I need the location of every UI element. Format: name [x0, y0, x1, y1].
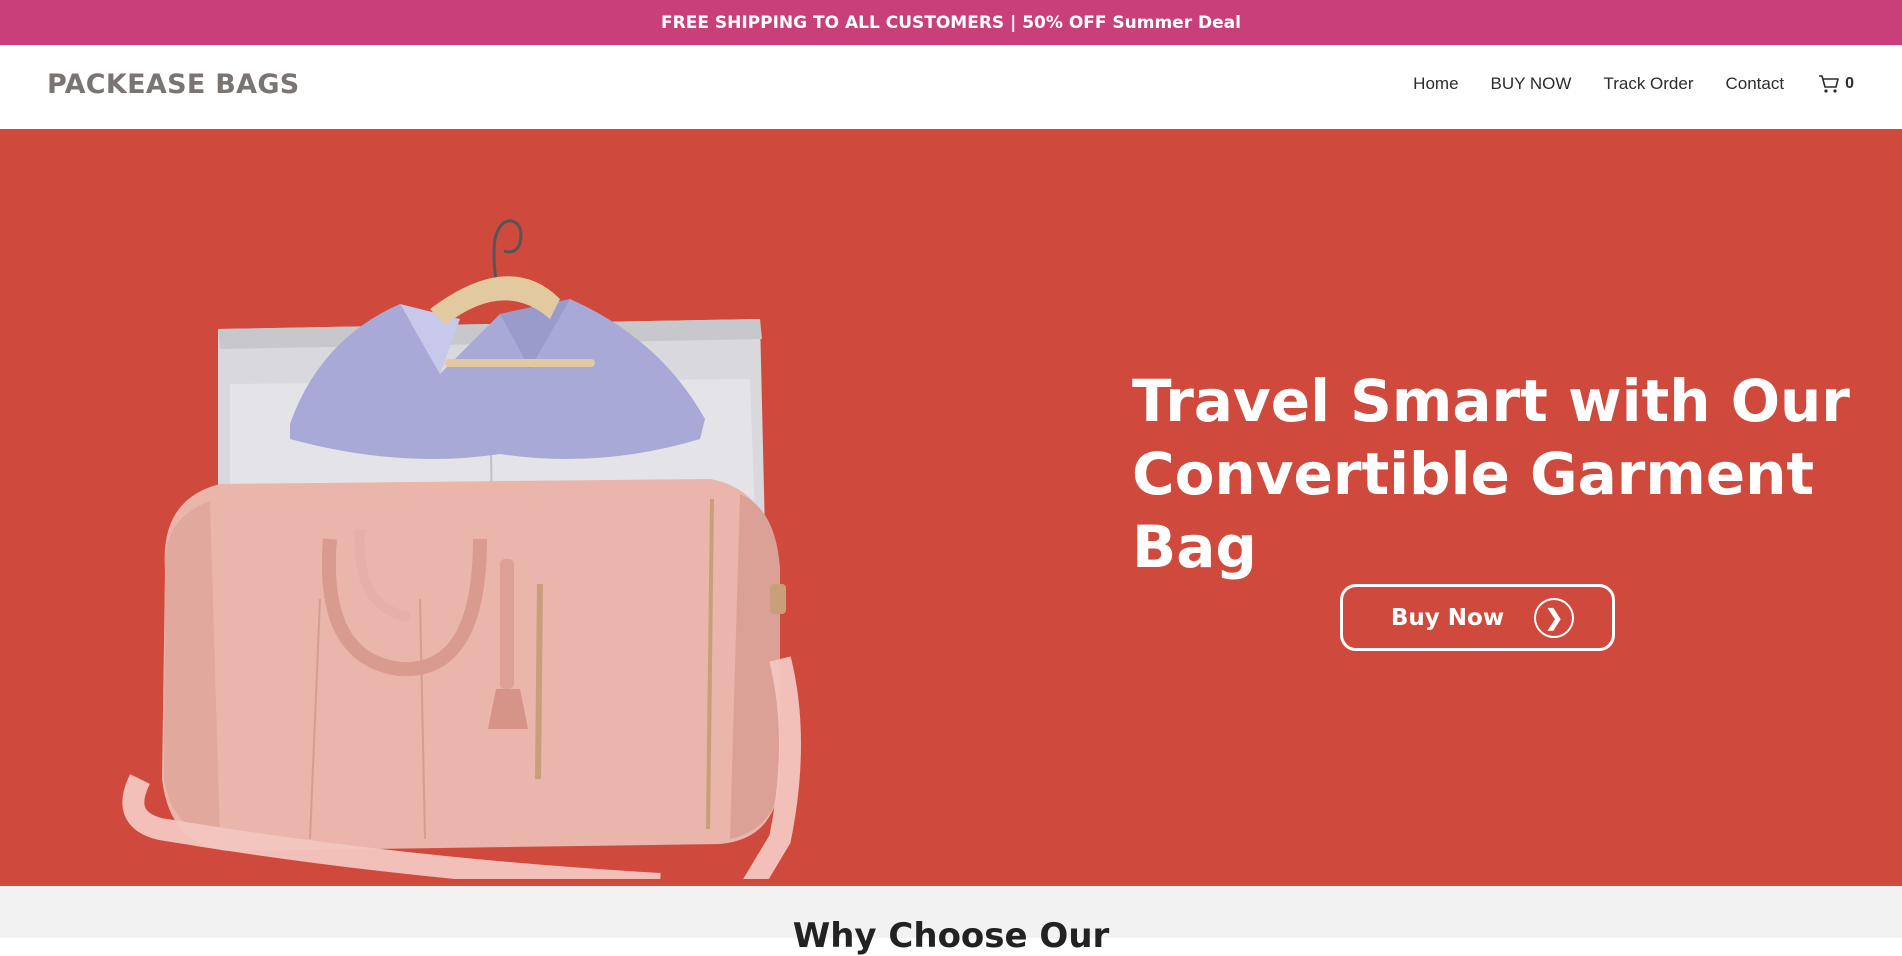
cart-icon [1819, 75, 1839, 93]
nav-contact[interactable]: Contact [1726, 74, 1785, 94]
announcement-text: FREE SHIPPING TO ALL CUSTOMERS | 50% OFF… [661, 12, 1241, 33]
cart-count: 0 [1845, 75, 1854, 92]
hero-title: Travel Smart with Our Convertible Garmen… [1132, 367, 1850, 581]
hero-banner: Travel Smart with Our Convertible Garmen… [0, 129, 1902, 886]
announcement-bar: FREE SHIPPING TO ALL CUSTOMERS | 50% OFF… [0, 0, 1902, 45]
product-image [122, 219, 801, 879]
buy-now-label: Buy Now [1390, 604, 1505, 631]
nav-track-order[interactable]: Track Order [1603, 74, 1693, 94]
site-logo[interactable]: PACKEASE BAGS [47, 69, 300, 100]
why-choose-section: Why Choose Our [0, 886, 1902, 956]
nav-buy-now[interactable]: BUY NOW [1491, 74, 1572, 94]
site-header: PACKEASE BAGS Home BUY NOW Track Order C… [0, 45, 1902, 129]
hero-buy-now-button[interactable]: Buy Now ❯ [1340, 584, 1615, 651]
nav-home[interactable]: Home [1413, 74, 1458, 94]
main-nav: Home BUY NOW Track Order Contact 0 [1381, 74, 1854, 94]
section-title: Why Choose Our [792, 916, 1110, 956]
cart-button[interactable]: 0 [1818, 74, 1854, 94]
chevron-right-icon: ❯ [1534, 597, 1575, 638]
